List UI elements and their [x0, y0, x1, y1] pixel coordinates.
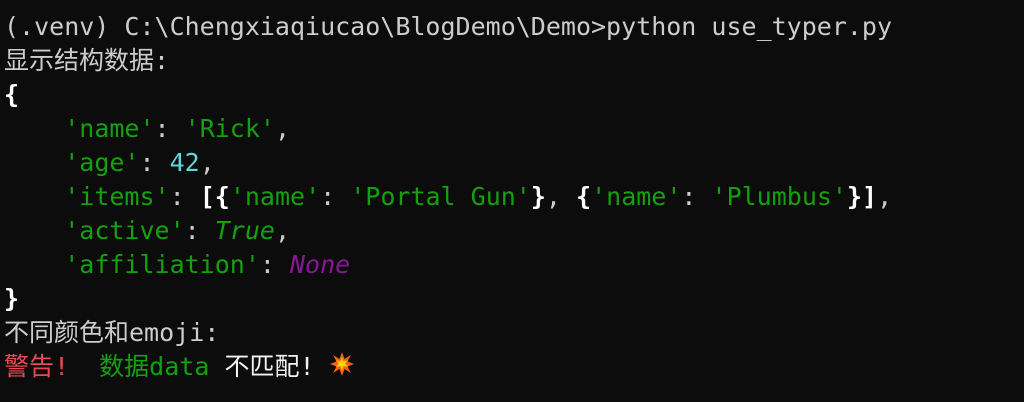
colors-heading: 不同颜色和emoji:	[4, 316, 1024, 350]
item1-open-brace: {	[214, 182, 230, 211]
dict-row-age: 'age': 42,	[4, 146, 1024, 180]
item1-key: 'name'	[229, 182, 321, 211]
list-separator: ,	[545, 182, 577, 211]
warning-line: 警告! 数据data 不匹配!	[4, 350, 1024, 384]
collision-icon-svg	[329, 351, 354, 376]
value-affiliation: None	[290, 250, 351, 279]
key-age: 'age'	[64, 148, 140, 177]
item2-separator: :	[681, 182, 712, 211]
trailing-comma: ,	[274, 114, 291, 143]
dict-row-affiliation: 'affiliation': None	[4, 248, 1024, 282]
key-name: 'name'	[64, 114, 155, 143]
dict-row-items: 'items': [{'name': 'Portal Gun'}, {'name…	[4, 180, 1024, 214]
trailing-comma: ,	[199, 148, 215, 177]
open-brace-line: {	[4, 78, 1024, 112]
warning-red-text: 警告!	[4, 352, 70, 381]
terminal-window[interactable]: (.venv) C:\Chengxiaqiucao\BlogDemo\Demo>…	[0, 0, 1024, 402]
item2-value: 'Plumbus'	[711, 182, 847, 211]
key-items: 'items'	[64, 182, 170, 211]
warning-green-text: 数据data	[99, 352, 210, 381]
colors-heading-text: 不同颜色和emoji:	[4, 318, 220, 347]
value-name: 'Rick'	[184, 114, 275, 143]
command-line: (.venv) C:\Chengxiaqiucao\BlogDemo\Demo>…	[4, 10, 1024, 44]
structured-data-heading: 显示结构数据:	[4, 44, 1024, 78]
close-brace: }	[4, 284, 20, 313]
close-brace-line: }	[4, 282, 1024, 316]
dict-row-active: 'active': True,	[4, 214, 1024, 248]
separator: :	[169, 182, 200, 211]
separator: :	[139, 148, 170, 177]
item1-close-brace: }	[530, 182, 546, 211]
value-age: 42	[169, 148, 200, 177]
dict-row-name: 'name': 'Rick',	[4, 112, 1024, 146]
separator: :	[184, 216, 215, 245]
separator: :	[259, 250, 290, 279]
open-list-bracket: [	[199, 182, 215, 211]
item1-separator: :	[320, 182, 351, 211]
collision-icon	[329, 351, 355, 386]
item2-key: 'name'	[591, 182, 682, 211]
warning-white-text: 不匹配!	[209, 352, 315, 381]
key-active: 'active'	[64, 216, 185, 245]
heading-text: 显示结构数据:	[4, 46, 170, 75]
separator: :	[154, 114, 185, 143]
trailing-comma: ,	[274, 216, 291, 245]
command-text: (.venv) C:\Chengxiaqiucao\BlogDemo\Demo>…	[4, 12, 893, 41]
key-affiliation: 'affiliation'	[64, 250, 260, 279]
open-brace: {	[4, 80, 20, 109]
item2-close-brace: }	[846, 182, 863, 211]
item1-value: 'Portal Gun'	[350, 182, 531, 211]
item2-open-brace: {	[576, 182, 592, 211]
value-active: True	[214, 216, 275, 245]
trailing-comma: ,	[877, 182, 893, 211]
close-list-bracket: ]	[862, 182, 878, 211]
